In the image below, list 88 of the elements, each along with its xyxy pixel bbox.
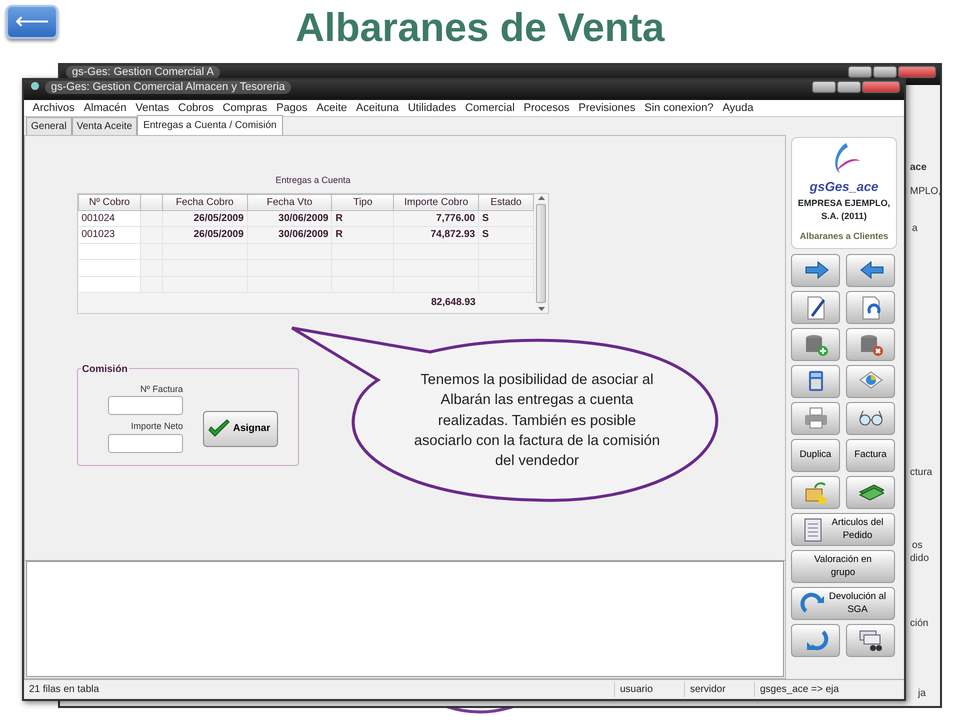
- column-header: Fecha Cobro: [162, 194, 248, 210]
- menu-item[interactable]: Archivos: [28, 100, 80, 116]
- table-caption: Entregas a Cuenta: [274, 174, 352, 187]
- table-cell: R: [332, 226, 394, 243]
- maximize-button[interactable]: [837, 81, 861, 93]
- toolbar-button[interactable]: [791, 291, 840, 324]
- table-cell: S: [478, 210, 534, 226]
- assign-button[interactable]: Asignar: [203, 410, 278, 446]
- toolbar-button[interactable]: Devolución al SGA: [791, 587, 895, 620]
- menu-item[interactable]: Aceituna: [352, 100, 404, 116]
- column-header: Importe Cobro: [394, 194, 479, 210]
- toolbar-button[interactable]: [791, 254, 840, 287]
- table-cell: 30/06/2009: [247, 210, 332, 226]
- toolbar-button[interactable]: [846, 402, 895, 435]
- menu-item[interactable]: Pagos: [272, 100, 312, 116]
- window-title: gs-Ges: Gestion Comercial Almacen y Tesoreria: [45, 81, 291, 94]
- field-label: Nº Factura: [139, 382, 183, 396]
- text-fragment: dido: [910, 552, 929, 566]
- text-fragment: os: [912, 539, 923, 553]
- toolbar-button[interactable]: [846, 476, 895, 509]
- text-fragment: ace: [910, 161, 927, 175]
- menu-item[interactable]: Compras: [218, 100, 272, 116]
- toolbar-button[interactable]: [846, 291, 895, 324]
- app-icon: [30, 81, 40, 91]
- input-field[interactable]: [108, 434, 183, 452]
- text-fragment: ción: [910, 617, 928, 631]
- table-cell: 001023: [78, 226, 140, 243]
- menu-item[interactable]: Aceite: [312, 100, 352, 116]
- table-cell: 74,872.93: [394, 226, 479, 243]
- scroll-up-icon: [538, 196, 545, 200]
- toolbar-button[interactable]: [846, 254, 895, 287]
- column-header: Tipo: [332, 194, 394, 210]
- binoculars-icon: [858, 628, 884, 654]
- table-cell: 26/05/2009: [162, 226, 248, 243]
- table-cell: 001024: [78, 210, 140, 226]
- menu-item[interactable]: Cobros: [174, 100, 218, 116]
- minimize-button[interactable]: [848, 66, 872, 78]
- toolbar-button[interactable]: [791, 365, 840, 398]
- table-cell: 30/06/2009: [247, 226, 332, 243]
- table-cell: 26/05/2009: [162, 210, 248, 226]
- window-title: gs-Ges: Gestion Comercial A: [66, 66, 220, 79]
- checkmark-icon: [207, 418, 231, 438]
- tab[interactable]: Entregas a Cuenta / Comisión: [137, 115, 283, 135]
- minimize-button[interactable]: [812, 81, 836, 93]
- status-text: usuario: [614, 682, 684, 697]
- column-header: Nº Cobro: [78, 194, 140, 210]
- text-fragment: MPLO,: [910, 185, 942, 199]
- field-label: Importe Neto: [130, 420, 183, 433]
- toolbar-button[interactable]: Duplica: [791, 439, 840, 472]
- scroll-down-icon: [538, 306, 545, 310]
- column-header: Estado: [478, 194, 534, 210]
- status-text: ja: [918, 689, 926, 699]
- status-text: gsges_ace => eja: [754, 682, 904, 697]
- toolbar-button[interactable]: [846, 624, 895, 657]
- menu-item[interactable]: Previsiones: [574, 100, 640, 116]
- tab[interactable]: Venta Aceite: [72, 117, 138, 135]
- callout-text: Tenemos la posibilidad de asociar al Albarán las entregas a cuenta realizadas. También es posible asociarlo con la factura de la comisión del vendedor: [413, 371, 661, 472]
- menu-item[interactable]: Almacén: [79, 100, 131, 116]
- status-text: 21 filas en tabla: [28, 683, 100, 697]
- table-cell: S: [478, 226, 534, 243]
- column-header: [140, 194, 162, 210]
- toolbar-button[interactable]: Valoración en grupo: [791, 550, 895, 583]
- table-cell: 7,776.00: [394, 210, 479, 226]
- module-name: Albaranes a Clientes: [798, 230, 890, 242]
- tab[interactable]: General: [26, 117, 72, 135]
- maximize-button[interactable]: [873, 66, 897, 78]
- menu-item[interactable]: Sin conexion?: [640, 100, 718, 116]
- menu-item[interactable]: Utilidades: [403, 100, 461, 116]
- scrollbar[interactable]: [534, 194, 548, 312]
- total-amount: 82,648.93: [394, 292, 479, 312]
- menu-item[interactable]: Ventas: [130, 100, 174, 116]
- slide-title: Albaranes de Venta: [294, 6, 666, 50]
- app-name: gsGes_ace: [808, 178, 880, 196]
- back-button[interactable]: ⟵: [6, 5, 58, 39]
- input-field[interactable]: [108, 396, 183, 415]
- text-fragment: a: [912, 222, 918, 236]
- table-cell: R: [332, 210, 394, 226]
- column-header: Fecha Vto: [247, 194, 332, 210]
- text-fragment: ctura: [910, 466, 932, 480]
- toolbar-button[interactable]: Factura: [846, 439, 895, 472]
- toolbar-button[interactable]: Articulos del Pedido: [791, 513, 895, 546]
- menu-item[interactable]: Ayuda: [718, 100, 758, 116]
- status-text: servidor: [684, 682, 754, 697]
- company-name: EMPRESA EJEMPLO, S.A. (2011): [796, 196, 892, 223]
- menu-item[interactable]: Comercial: [460, 100, 520, 116]
- printer-icon: [802, 406, 828, 432]
- box-star-icon: [802, 480, 828, 506]
- menu-item[interactable]: Procesos: [519, 100, 574, 116]
